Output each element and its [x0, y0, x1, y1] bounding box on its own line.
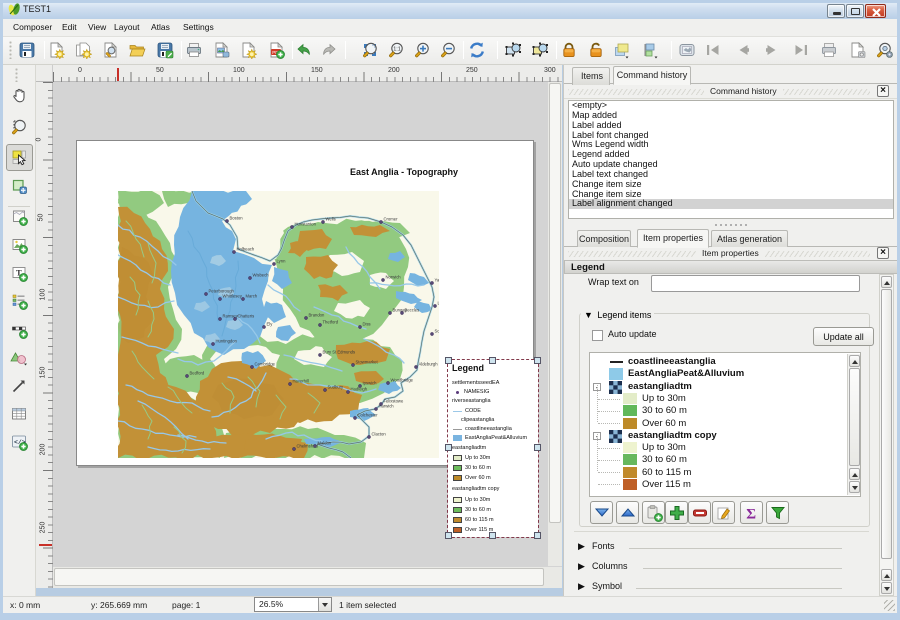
- svg-text:Brandon: Brandon: [309, 313, 326, 318]
- svg-text:Sudbury: Sudbury: [328, 385, 345, 390]
- svg-text:Lynn: Lynn: [277, 259, 287, 264]
- svg-text:Holbeach: Holbeach: [237, 247, 255, 252]
- svg-text:Yarmouth: Yarmouth: [435, 278, 440, 283]
- svg-text:Boston: Boston: [230, 216, 244, 221]
- svg-text:Stowmarket: Stowmarket: [356, 360, 379, 365]
- svg-text:Lowestoft: Lowestoft: [438, 301, 440, 306]
- svg-text:Aldeburgh: Aldeburgh: [419, 362, 439, 367]
- svg-text:Σ: Σ: [746, 507, 756, 523]
- svg-text:Norwich: Norwich: [386, 275, 402, 280]
- svg-text:Maldon: Maldon: [318, 441, 332, 446]
- svg-text:Whittlesey: Whittlesey: [223, 294, 243, 299]
- svg-text:Cambridge: Cambridge: [255, 362, 276, 367]
- svg-text:Thetford: Thetford: [323, 320, 339, 325]
- svg-text:Clacton: Clacton: [372, 432, 387, 437]
- svg-text:Ipswich: Ipswich: [363, 381, 378, 386]
- svg-text:Beccles: Beccles: [405, 308, 420, 313]
- svg-text:Cromer: Cromer: [384, 217, 399, 222]
- svg-text:Haverhill: Haverhill: [293, 379, 309, 384]
- svg-text:Chatteris: Chatteris: [238, 314, 255, 319]
- svg-text:Huntingdon: Huntingdon: [216, 339, 238, 344]
- svg-text:Wells: Wells: [326, 217, 336, 222]
- svg-text:Hunstanton: Hunstanton: [295, 222, 317, 227]
- svg-text:Diss: Diss: [363, 322, 371, 327]
- svg-text:Southwold: Southwold: [435, 329, 440, 334]
- svg-text:Harwich: Harwich: [379, 404, 395, 409]
- svg-text:Bury St Edmunds: Bury St Edmunds: [323, 350, 356, 355]
- svg-text:Ely: Ely: [267, 322, 274, 327]
- svg-text:Ramsey: Ramsey: [223, 314, 239, 319]
- svg-text:Woodbridge: Woodbridge: [391, 378, 414, 383]
- svg-text:Colchester: Colchester: [358, 413, 379, 418]
- svg-text:Bedford: Bedford: [190, 371, 205, 376]
- svg-text:March: March: [246, 294, 258, 299]
- svg-text:Wisbech: Wisbech: [253, 273, 270, 278]
- svg-text:1:1: 1:1: [393, 47, 401, 53]
